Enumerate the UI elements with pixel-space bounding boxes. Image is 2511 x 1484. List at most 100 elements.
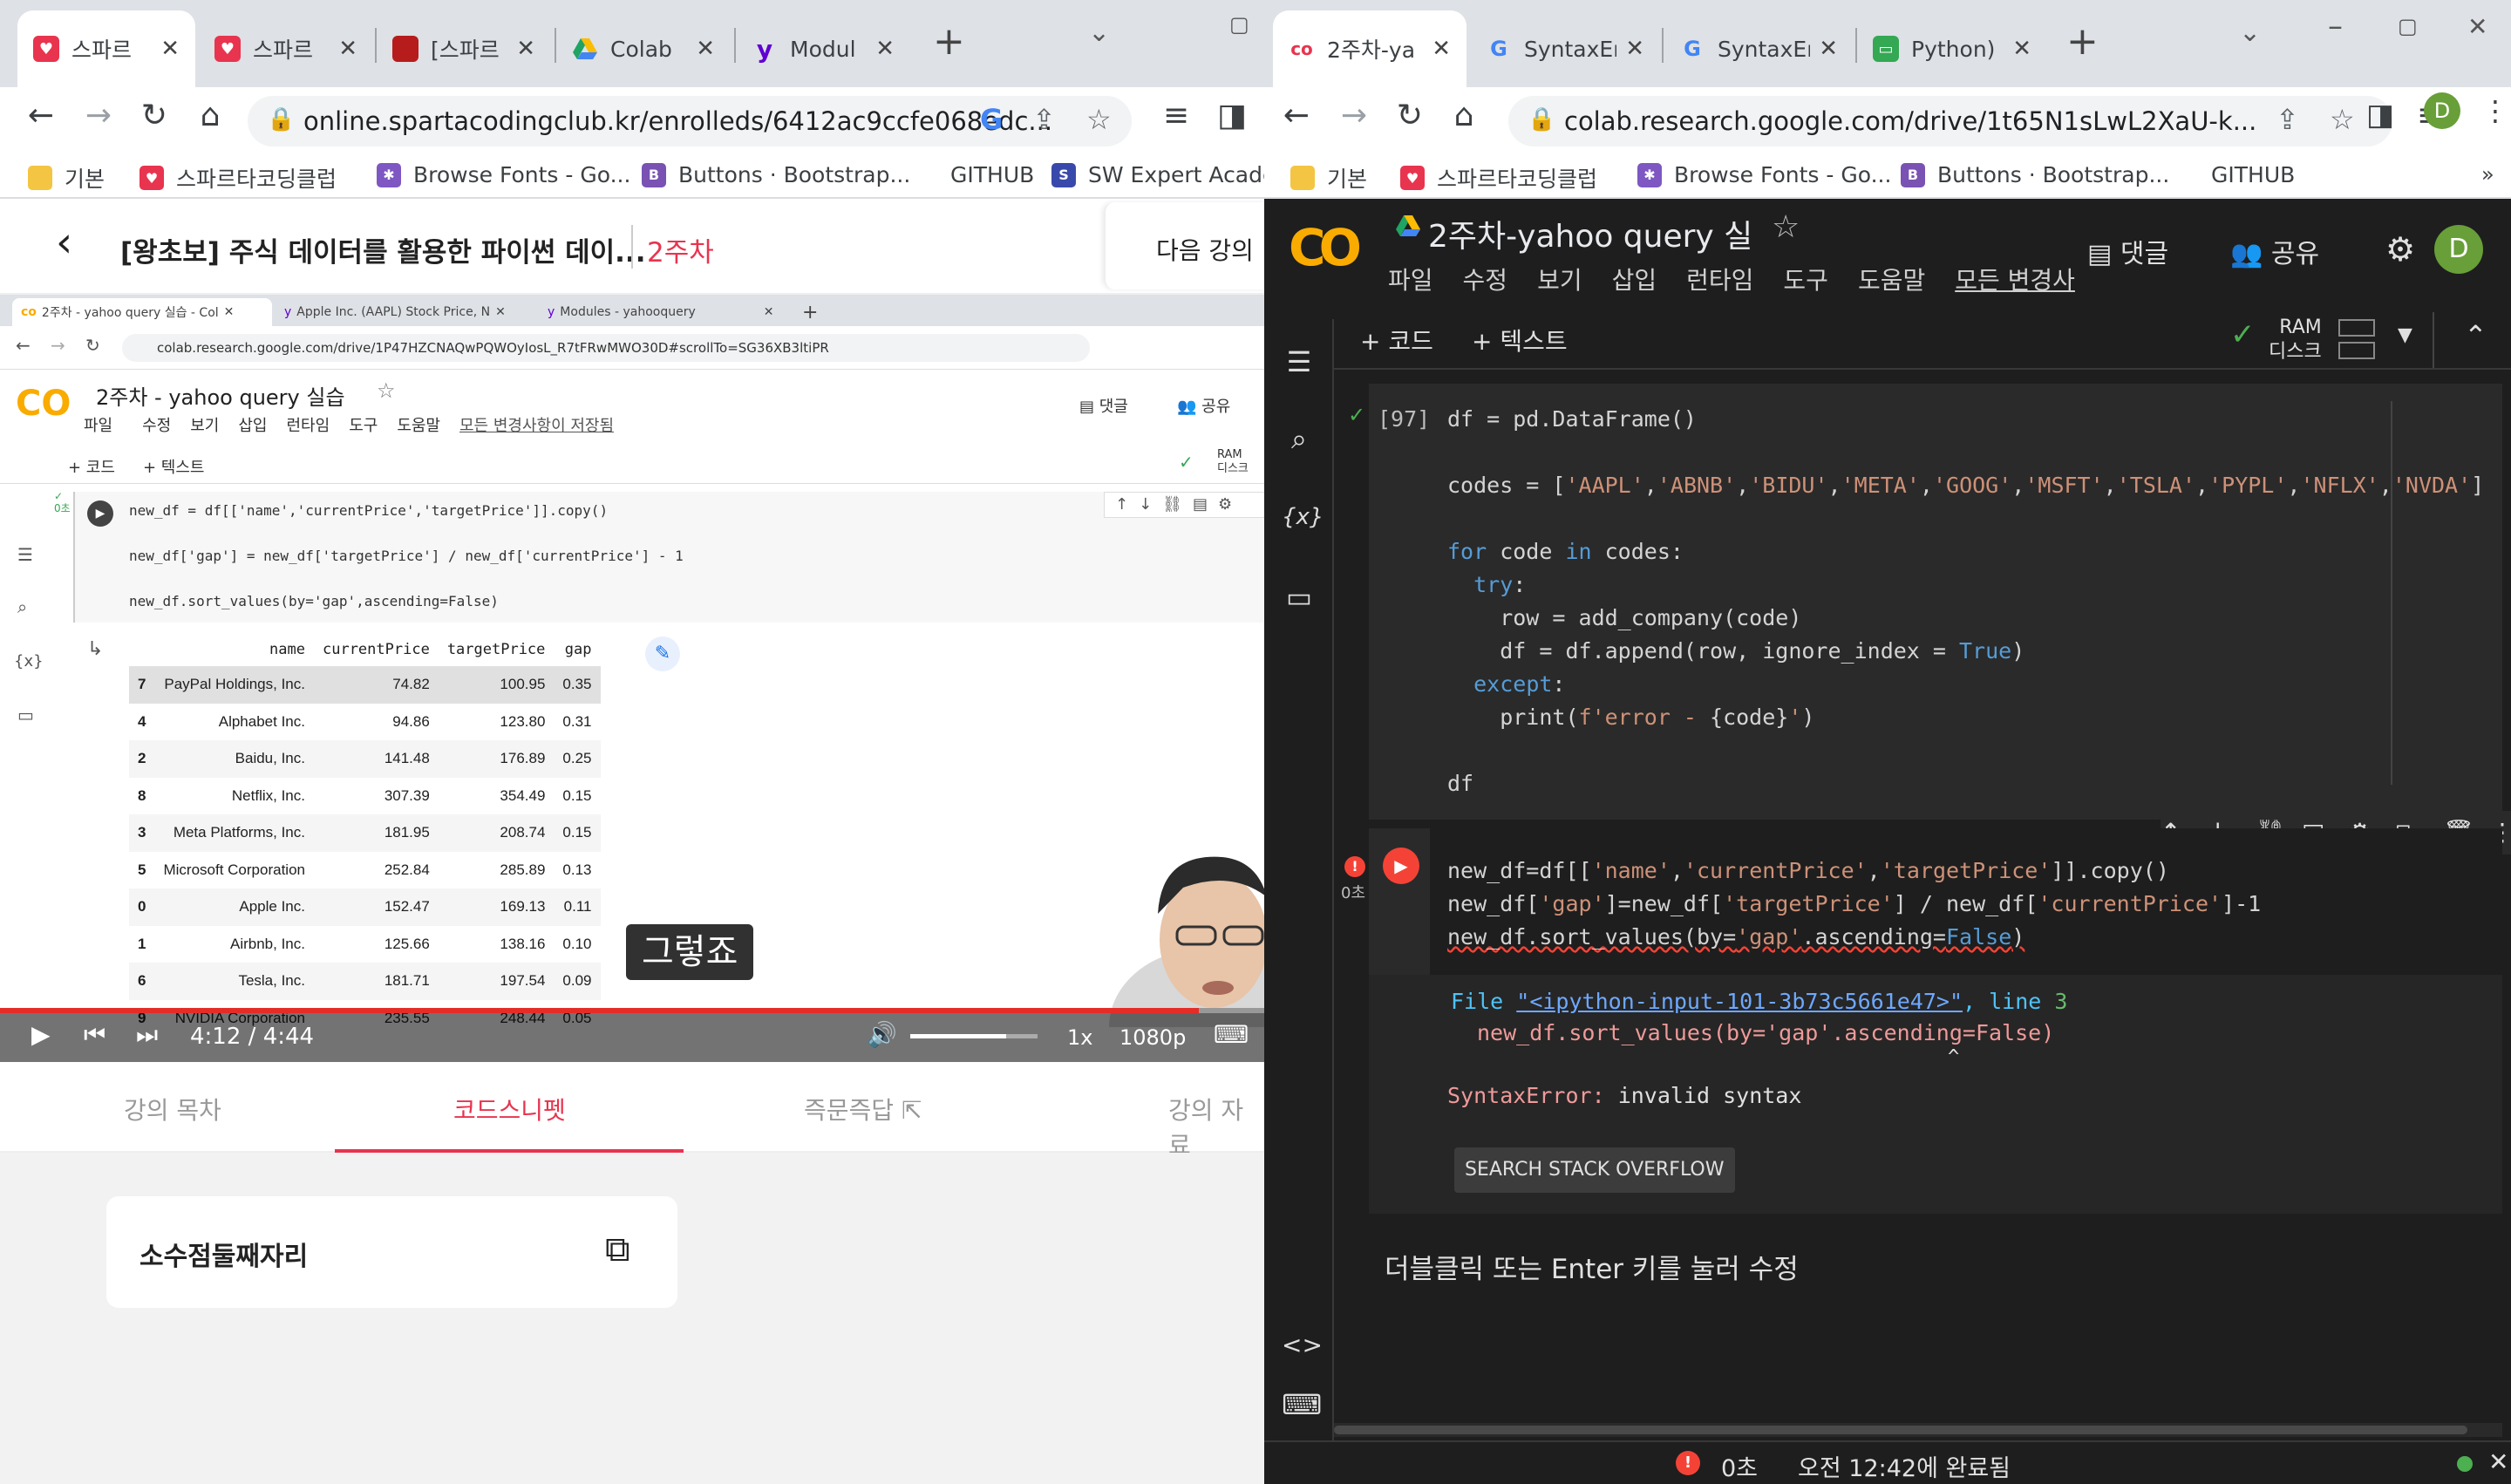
star-icon[interactable]: ☆ [1772,209,1800,245]
add-text-button[interactable]: + 텍스트 [1472,323,1568,357]
close-icon[interactable]: ✕ [1625,36,1644,62]
google-icon[interactable]: G [980,103,1003,136]
reload-icon[interactable]: ↻ [1390,98,1430,133]
browser-tab[interactable]: ▭ Python) ✕ [1857,10,2047,87]
reload-icon[interactable]: ↻ [134,98,174,133]
address-bar[interactable]: 🔒 colab.research.google.com/drive/1t65N1… [1508,96,2392,146]
menu-item[interactable]: 수정 [1463,266,1508,295]
code-snippets-icon[interactable]: <> [1282,1331,1323,1359]
comment-button[interactable]: ▤ 댓글 [2087,232,2168,270]
browser-tab[interactable]: ♥ 스파르 ✕ [199,10,373,87]
code-cell-2[interactable]: ! 0초 ▶ new_df=df[['name','currentPrice',… [1341,828,2502,975]
run-cell-icon[interactable]: ▶ [1383,848,1419,884]
more-bookmarks-icon[interactable]: » [2481,162,2494,187]
minimize-icon[interactable]: ▢ [1229,12,1249,37]
tab-search-chevron-icon[interactable]: ⌄ [2239,17,2261,48]
copy-icon[interactable]: ⧉ [605,1229,630,1270]
next-lecture-button[interactable]: 다음 강의 [1104,202,1264,289]
browser-tab[interactable]: y Modul ✕ [736,10,910,87]
browser-tab[interactable]: ♥ 스파르 ✕ [17,10,195,87]
resource-meter[interactable]: RAM 디스크 [2269,316,2322,364]
captions-icon[interactable]: ⌨ [1214,1020,1249,1049]
playlist-icon[interactable]: ≡ [1156,98,1196,133]
video-progress-bar[interactable] [0,1008,1264,1013]
back-icon[interactable]: ← [1276,98,1317,133]
back-chevron-icon[interactable]: ‹ [56,218,72,267]
tab-search-chevron-icon[interactable]: ⌄ [1088,17,1110,48]
profile-avatar[interactable]: D [2424,92,2460,129]
back-icon[interactable]: ← [21,98,61,133]
home-icon[interactable]: ⌂ [190,98,230,133]
lecture-video[interactable]: co 2주차 - yahoo query 실습 - Col ✕ y Apple Inc… [0,295,1264,1062]
previous-icon[interactable]: ⏮ [84,1020,105,1050]
bookmark-item[interactable]: B Buttons · Bootstrap... [642,162,910,187]
settings-gear-icon[interactable]: ⚙ [2385,230,2415,269]
bookmark-item[interactable]: GITHUB [2211,162,2295,187]
files-folder-icon[interactable]: ▭ [1282,581,1317,614]
tab-code-snippet[interactable]: 코드스니펫 [453,1092,566,1127]
tab-qna[interactable]: 즉문즉답 ⇱ [804,1092,922,1127]
more-menu-icon[interactable]: ⋮ [2481,94,2509,127]
browser-tab[interactable]: G SyntaxEr ✕ [1664,10,1854,87]
menu-item[interactable]: 도구 [1783,266,1828,295]
side-panel-icon[interactable]: ◨ [1212,98,1252,133]
share-icon[interactable]: ⇪ [1032,103,1056,136]
scrollbar[interactable] [2391,401,2392,785]
close-icon[interactable]: ✕ [2012,36,2031,62]
browser-tab[interactable]: [스파르 ✕ [377,10,551,87]
tab-table-of-contents[interactable]: 강의 목차 [124,1092,221,1127]
star-icon[interactable]: ☆ [2330,103,2355,136]
bookmark-item[interactable]: ♥ 스파르타코딩클럽 [1400,162,1597,194]
colab-logo[interactable]: CO [1289,218,1362,277]
browser-tab[interactable]: Colab ✕ [556,10,731,87]
traceback-file-link[interactable]: "<ipython-input-101-3b73c5661e47>" [1516,989,1963,1014]
table-of-contents-icon[interactable]: ☰ [1282,345,1317,378]
command-palette-icon[interactable]: ⌨ [1282,1388,1322,1421]
side-panel-icon[interactable]: ◨ [2366,98,2394,133]
next-icon[interactable]: ⏭ [136,1020,158,1050]
new-tab-icon[interactable]: + [2066,19,2099,64]
tab-materials[interactable]: 강의 자료 [1168,1092,1264,1161]
minimize-icon[interactable]: – [2328,9,2343,44]
collapse-header-icon[interactable]: ⌃ [2464,319,2487,352]
volume-icon[interactable]: 🔊 [867,1020,897,1049]
notebook-title[interactable]: 2주차-yahoo query 실 [1428,211,1752,256]
menu-item[interactable]: 모든 변경사 [1955,266,2075,295]
browser-tab[interactable]: G SyntaxEr ✕ [1470,10,1660,87]
close-icon[interactable]: ✕ [516,36,535,62]
bookmark-item[interactable]: GITHUB [950,162,1034,187]
account-avatar[interactable]: D [2434,225,2483,274]
play-icon[interactable]: ▶ [31,1020,51,1049]
address-bar[interactable]: 🔒 online.spartacodingclub.kr/enrolleds/6… [248,96,1132,146]
menu-item[interactable]: 런타임 [1686,266,1753,295]
code-cell-1[interactable]: ✓ [97] df = pd.DataFrame() codes = ['AAP… [1348,384,2502,820]
menu-item[interactable]: 도움말 [1858,266,1925,295]
star-icon[interactable]: ☆ [1086,103,1112,136]
text-cell-hint[interactable]: 더블클릭 또는 Enter 키를 눌러 수정 [1385,1247,1799,1286]
bookmark-item[interactable]: ✱ Browse Fonts - Go... [1637,162,1891,187]
scrollbar-thumb[interactable] [1334,1426,2467,1434]
speed-button[interactable]: 1x [1067,1025,1092,1050]
forward-icon[interactable]: → [78,98,119,133]
horizontal-scrollbar[interactable] [1334,1423,2502,1437]
bookmark-item[interactable]: ♥ 스파르타코딩클럽 [140,162,337,194]
forward-icon[interactable]: → [1334,98,1374,133]
bookmark-folder[interactable]: 기본 [1290,162,1367,194]
close-status-icon[interactable]: ✕ [2488,1447,2508,1476]
snippet-card[interactable]: 소수점둘째자리 ⧉ [106,1196,677,1308]
volume-slider[interactable] [910,1034,1038,1038]
close-icon[interactable]: ✕ [1819,36,1838,62]
close-window-icon[interactable]: ✕ [2467,12,2487,41]
add-code-button[interactable]: + 코드 [1360,323,1433,357]
close-icon[interactable]: ✕ [696,36,715,62]
bookmark-item[interactable]: ✱ Browse Fonts - Go... [377,162,630,187]
quality-button[interactable]: 1080p [1119,1025,1186,1050]
code-editor[interactable]: new_df=df[['name','currentPrice','target… [1430,828,2502,975]
menu-item[interactable]: 보기 [1537,266,1582,295]
share-button[interactable]: 👥 공유 [2230,232,2319,270]
bookmark-folder[interactable]: 기본 [28,162,105,194]
bookmark-item[interactable]: S SW Expert Acader [1051,162,1264,187]
close-icon[interactable]: ✕ [160,36,180,62]
browser-tab[interactable]: co 2주차-ya ✕ [1273,10,1466,87]
close-icon[interactable]: ✕ [875,36,895,62]
